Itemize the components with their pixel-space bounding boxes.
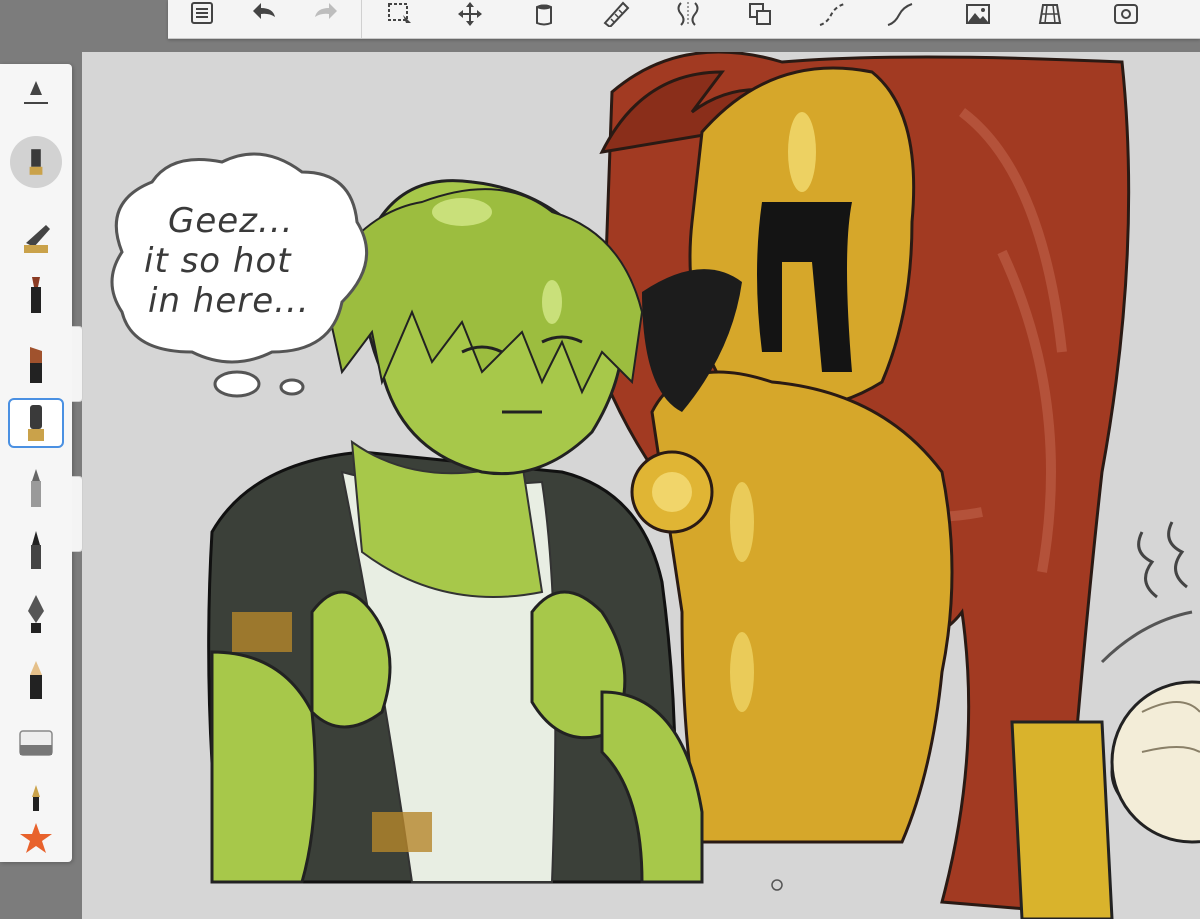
speech-line-1: Geez... [168,201,294,241]
brush-panel [0,64,72,862]
speech-line-2: it so hot [144,241,292,281]
curve-icon[interactable] [810,0,854,28]
brush-opacity-slider[interactable] [8,70,64,120]
selection-icon[interactable] [378,0,422,28]
panel-handle-lower[interactable] [72,476,83,552]
brush-flat[interactable] [8,340,64,390]
layers-copy-icon[interactable] [738,0,782,28]
panel-handle-upper[interactable] [72,326,83,402]
transform-icon[interactable] [448,0,492,28]
brush-nib[interactable] [8,590,64,640]
brush-puck[interactable] [10,136,62,188]
list-icon[interactable] [180,0,224,28]
speech-line-3: in here... [148,281,310,321]
drawing-canvas[interactable]: Geez... it so hot in here... [82,52,1200,919]
canvas-icon[interactable] [1104,0,1148,28]
brush-favorite[interactable] [8,814,64,864]
stroke-icon[interactable] [878,0,922,28]
toolbar-divider [361,0,362,38]
brush-airbrush[interactable] [8,210,64,260]
fill-icon[interactable] [522,0,566,28]
brush-marker[interactable] [8,270,64,320]
brush-eraser[interactable] [8,718,64,768]
ruler-icon[interactable] [594,0,638,28]
perspective-icon[interactable] [1028,0,1072,28]
brush-round[interactable] [8,398,64,448]
image-icon[interactable] [956,0,1000,28]
brush-pencil[interactable] [8,656,64,706]
brush-ink[interactable] [8,526,64,576]
top-toolbar [168,0,1200,39]
artwork [110,52,1200,919]
symmetry-icon[interactable] [666,0,710,28]
redo-icon[interactable] [304,0,348,28]
undo-icon[interactable] [242,0,286,28]
brush-pen[interactable] [8,464,64,514]
